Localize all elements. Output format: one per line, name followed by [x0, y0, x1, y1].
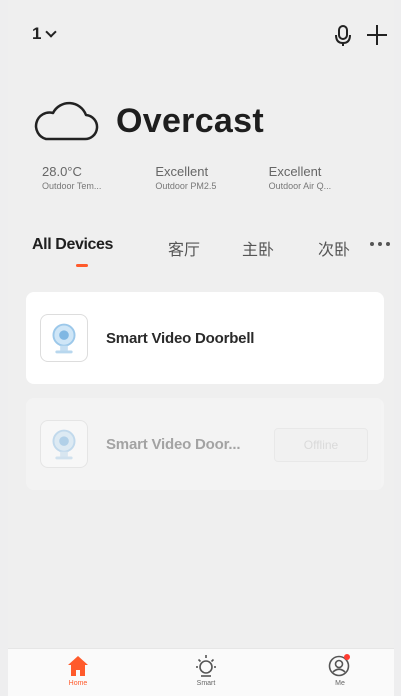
- active-tab-indicator: [76, 264, 88, 267]
- device-card[interactable]: Smart Video Doorbell: [26, 292, 384, 384]
- doorbell-camera-icon: [40, 420, 88, 468]
- stat-label: Outdoor PM2.5: [155, 181, 217, 191]
- nav-me[interactable]: Me: [310, 653, 370, 696]
- stat-value: Excellent: [155, 164, 209, 179]
- weather-stats: 28.0°C Outdoor Tem... Excellent Outdoor …: [42, 164, 382, 192]
- more-tabs-icon[interactable]: [370, 242, 390, 246]
- smart-scene-icon: [196, 655, 216, 677]
- nav-label: Me: [335, 680, 345, 687]
- device-card-offline[interactable]: Smart Video Door... Offline: [26, 398, 384, 490]
- weather-summary: Overcast: [32, 96, 264, 146]
- top-bar: 1: [8, 22, 394, 52]
- nav-label: Smart: [196, 680, 216, 687]
- home-selector[interactable]: 1: [32, 24, 58, 44]
- device-name: Smart Video Doorbell: [106, 330, 255, 347]
- stat-label: Outdoor Tem...: [42, 181, 102, 191]
- doorbell-camera-icon: [40, 314, 88, 362]
- tab-living-room[interactable]: 客厅: [168, 236, 200, 260]
- offline-badge: Offline: [274, 428, 368, 462]
- app-screen: 1 Overcast 28.0°C Outdoor Tem... Excelle…: [8, 0, 394, 696]
- stat-pm25: Excellent Outdoor PM2.5: [155, 164, 268, 192]
- cloud-icon: [34, 101, 99, 141]
- tab-master-bedroom[interactable]: 主卧: [242, 236, 274, 260]
- nav-label: Home: [68, 680, 88, 687]
- tab-second-bedroom[interactable]: 次卧: [318, 236, 350, 260]
- home-name: 1: [32, 24, 42, 43]
- user-icon: [328, 654, 350, 677]
- add-device-button[interactable]: [364, 22, 390, 48]
- weather-condition: Overcast: [116, 101, 264, 140]
- stat-value: Excellent: [268, 164, 322, 179]
- device-name: Smart Video Door...: [106, 436, 241, 453]
- home-icon: [68, 656, 88, 676]
- stat-air-quality: Excellent Outdoor Air Q...: [269, 164, 382, 192]
- stat-temperature: 28.0°C Outdoor Tem...: [42, 164, 155, 192]
- bottom-navigation: Home Smart Me: [8, 648, 394, 696]
- stat-label: Outdoor Air Q...: [268, 181, 332, 191]
- microphone-icon[interactable]: [332, 24, 354, 48]
- chevron-down-icon: [45, 26, 58, 38]
- room-tabs: All Devices 客厅 主卧 次卧: [32, 236, 392, 276]
- nav-smart[interactable]: Smart: [176, 653, 236, 696]
- nav-home[interactable]: Home: [48, 653, 108, 696]
- stat-value: 28.0°C: [42, 164, 82, 179]
- tab-all-devices[interactable]: All Devices: [32, 236, 113, 254]
